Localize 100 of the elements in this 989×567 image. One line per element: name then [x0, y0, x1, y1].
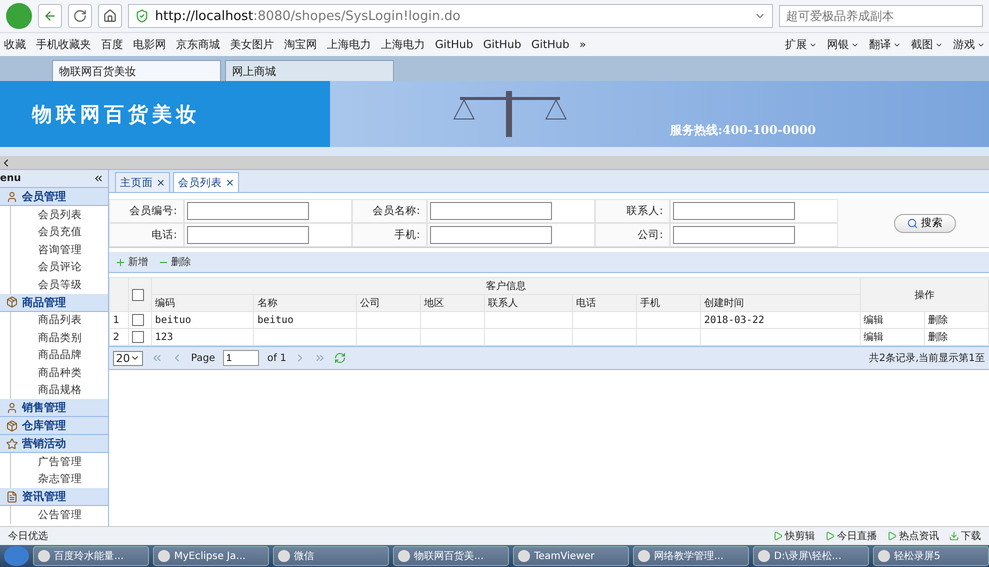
field-label: 会员编号: [109, 199, 184, 223]
app-icon [278, 550, 290, 562]
page-input[interactable]: 1 [223, 350, 260, 366]
menu-group[interactable]: 资讯管理 [0, 488, 108, 506]
home-button[interactable] [98, 4, 122, 28]
status-link[interactable]: 今日优选 [8, 529, 48, 543]
content-tab[interactable]: 主页面 × [115, 172, 170, 192]
toolbar-menu[interactable]: 截图 [911, 37, 943, 52]
toolbar-menu[interactable]: 网银 [827, 37, 859, 52]
page-size-select[interactable]: 20 [113, 350, 143, 366]
menu-item[interactable]: 商品品牌 [10, 346, 108, 364]
menu-item[interactable]: 广告管理 [10, 453, 108, 470]
delete-button[interactable]: 删除 [158, 255, 191, 269]
browser-tab[interactable]: 物联网百货美妆 [52, 60, 221, 81]
menu-item[interactable]: 商品类别 [10, 329, 108, 346]
bookmark-link[interactable]: 手机收藏夹 [36, 37, 91, 52]
home-icon [103, 9, 117, 23]
table-cell: beituo [155, 314, 192, 326]
status-link[interactable]: 下载 [949, 529, 981, 543]
menu-item[interactable]: 商品列表 [10, 312, 108, 329]
app-icon [638, 550, 650, 562]
menu-item[interactable]: 会员列表 [10, 206, 108, 224]
app-icon [878, 550, 890, 562]
refresh-button[interactable] [68, 4, 92, 28]
group-icon [6, 296, 18, 308]
bookmark-link[interactable]: 上海电力 [381, 37, 425, 52]
bookmark-link[interactable]: 淘宝网 [284, 37, 317, 52]
taskbar-button[interactable]: MyEclipse Ja... [153, 546, 270, 566]
bookmark-link[interactable]: 百度 [101, 37, 123, 52]
bookmark-link[interactable]: GitHub [435, 38, 474, 51]
bookmark-link[interactable]: 上海电力 [327, 37, 371, 52]
toolbar-menu[interactable]: 翻译 [869, 37, 901, 52]
toolbar-menu[interactable]: 游戏 [953, 37, 985, 52]
menu-group[interactable]: 商品管理 [0, 294, 108, 312]
app-icon [758, 550, 770, 562]
input-field[interactable] [187, 226, 309, 244]
column-header: 操作 [860, 278, 988, 312]
group-icon [6, 402, 18, 414]
field-label: 联系人: [595, 199, 670, 223]
menu-item[interactable]: 会员评论 [10, 258, 108, 276]
menu-group[interactable]: 营销活动 [0, 435, 108, 453]
status-link[interactable]: 热点资讯 [887, 529, 939, 543]
search-field[interactable]: 超可爱极品养成副本 [779, 5, 983, 27]
bookmark-link[interactable]: » [579, 38, 586, 51]
bookmark-link[interactable]: 电影网 [133, 37, 166, 52]
horizontal-scrollbar[interactable] [0, 156, 989, 169]
input-field[interactable] [673, 226, 795, 244]
play-icon [773, 531, 783, 541]
menu-item[interactable]: 商品种类 [10, 364, 108, 382]
last-page-icon[interactable] [314, 352, 326, 364]
field-label: 会员名称: [352, 199, 427, 223]
start-button[interactable] [4, 546, 30, 566]
refresh-icon[interactable] [334, 352, 346, 364]
menu-item[interactable]: 会员充值 [10, 224, 108, 241]
input-field[interactable] [430, 202, 552, 220]
column-header: 手机 [636, 294, 701, 312]
checkbox[interactable] [132, 314, 144, 326]
address-bar[interactable]: http://localhost:8080/shopes/SysLogin!login.do [128, 4, 773, 28]
table-cell: beituo [257, 314, 294, 326]
menu-item[interactable]: 咨询管理 [10, 241, 108, 258]
taskbar-button[interactable]: 百度玲水能量... [33, 546, 150, 566]
status-link[interactable]: 今日直播 [825, 529, 877, 543]
bookmark-link[interactable]: 收藏 [4, 37, 26, 52]
table-cell: 123 [155, 332, 174, 342]
taskbar-button[interactable]: 轻松录屏5 [873, 546, 989, 566]
input-field[interactable] [187, 202, 309, 220]
taskbar-button[interactable]: 物联网百货美... [393, 546, 510, 566]
menu-item[interactable]: 公告管理 [10, 506, 108, 524]
collapse-icon[interactable] [93, 173, 104, 184]
play-icon [887, 531, 897, 541]
app-icon [398, 550, 410, 562]
taskbar-button[interactable]: 网络教学管理... [633, 546, 750, 566]
bookmark-link[interactable]: 京东商城 [176, 37, 220, 52]
input-field[interactable] [430, 226, 552, 244]
bookmark-link[interactable]: GitHub [531, 38, 570, 51]
add-button[interactable]: 新增 [115, 255, 148, 269]
menu-group[interactable]: 仓库管理 [0, 417, 108, 435]
toolbar-menu[interactable]: 扩展 [785, 37, 817, 52]
first-page-icon[interactable] [151, 352, 163, 364]
back-button[interactable] [38, 4, 62, 28]
taskbar-button[interactable]: D:\录屏\轻松... [753, 546, 870, 566]
browser-logo-icon [6, 3, 32, 29]
browser-tab[interactable]: 网上商城 [225, 60, 394, 81]
input-field[interactable] [673, 202, 795, 220]
content-tab[interactable]: 会员列表 × [173, 172, 240, 192]
field-label: 公司: [595, 223, 670, 247]
checkbox[interactable] [132, 288, 144, 300]
search-button[interactable]: 搜索 [894, 214, 956, 232]
url-text: http://localhost:8080/shopes/SysLogin!login.do [155, 8, 460, 24]
menu-group[interactable]: 会员管理 [0, 188, 108, 206]
hotline-text: 服务热线:400-100-0000 [670, 122, 816, 139]
app-icon [158, 550, 170, 562]
taskbar-button[interactable]: TeamViewer [513, 546, 630, 566]
menu-group[interactable]: 销售管理 [0, 399, 108, 417]
checkbox[interactable] [132, 331, 144, 343]
status-link[interactable]: 快剪辑 [773, 529, 815, 543]
taskbar-button[interactable]: 微信 [273, 546, 390, 566]
bookmark-link[interactable]: 美女图片 [230, 37, 274, 52]
refresh-icon [73, 9, 87, 23]
bookmark-link[interactable]: GitHub [483, 38, 522, 51]
